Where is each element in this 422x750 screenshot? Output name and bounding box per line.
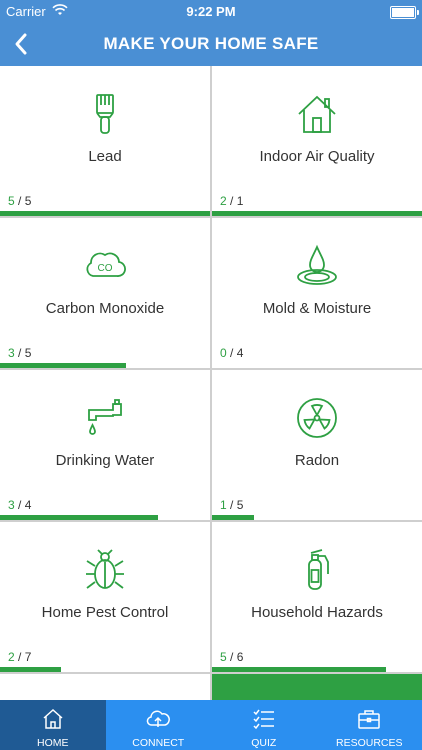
category-tile-household-hazards[interactable]: Household Hazards 5 / 6 <box>212 522 422 672</box>
co-cloud-icon: CO <box>83 244 127 288</box>
house-icon <box>295 92 339 136</box>
progress-bar <box>212 515 422 520</box>
category-label: Drinking Water <box>55 452 155 469</box>
tab-home[interactable]: HOME <box>0 700 106 750</box>
bug-icon <box>83 548 127 592</box>
progress-count: 5 / 6 <box>220 650 244 664</box>
svg-text:CO: CO <box>98 263 113 274</box>
progress-count: 0 / 4 <box>220 346 244 360</box>
category-label: Home Pest Control <box>41 604 169 621</box>
category-tile-partial[interactable] <box>0 674 210 700</box>
tab-quiz[interactable]: QUIZ <box>211 700 317 750</box>
progress-count: 3 / 5 <box>8 346 32 360</box>
category-label: Household Hazards <box>251 604 383 621</box>
progress-bar <box>0 363 210 368</box>
tab-resources[interactable]: RESOURCES <box>317 700 422 750</box>
paintbrush-icon <box>83 92 127 136</box>
category-tile-drinking-water[interactable]: Drinking Water 3 / 4 <box>0 370 210 520</box>
category-tile-radon[interactable]: Radon 1 / 5 <box>212 370 422 520</box>
tab-label: RESOURCES <box>335 737 403 749</box>
progress-count: 5 / 5 <box>8 194 32 208</box>
battery-icon <box>390 6 419 19</box>
clock-time: 9:22 PM <box>186 4 236 19</box>
progress-bar <box>0 515 210 520</box>
cloud-upload-icon <box>147 710 171 727</box>
tab-label: QUIZ <box>251 737 277 749</box>
category-label: Carbon Monoxide <box>45 300 165 317</box>
category-label: Lead <box>88 148 122 165</box>
tab-label: HOME <box>37 737 69 749</box>
tab-bar: HOME CONNECT QUIZ RESOURCES <box>0 700 422 750</box>
progress-count: 1 / 5 <box>220 498 244 512</box>
progress-count: 2 / 1 <box>220 194 244 208</box>
category-tile-carbon-monoxide[interactable]: CO Carbon Monoxide 3 / 5 <box>0 218 210 368</box>
category-label: Indoor Air Quality <box>259 148 375 165</box>
fire-extinguisher-icon <box>295 548 339 592</box>
category-label: Radon <box>294 452 340 469</box>
category-tile-indoor-air-quality[interactable]: Indoor Air Quality 2 / 1 <box>212 66 422 216</box>
category-tile-home-pest-control[interactable]: Home Pest Control 2 / 7 <box>0 522 210 672</box>
progress-bar <box>212 363 422 368</box>
progress-count: 3 / 4 <box>8 498 32 512</box>
category-tile-lead[interactable]: Lead 5 / 5 <box>0 66 210 216</box>
home-icon <box>43 708 63 729</box>
category-tile-mold-moisture[interactable]: Mold & Moisture 0 / 4 <box>212 218 422 368</box>
water-drop-icon <box>295 244 339 288</box>
progress-bar <box>0 211 210 216</box>
nav-bar: MAKE YOUR HOME SAFE <box>0 22 422 66</box>
category-grid: Lead 5 / 5 Indoor Air Quality 2 / 1 CO C… <box>0 66 422 700</box>
progress-bar <box>212 667 422 672</box>
tab-label: CONNECT <box>132 737 185 749</box>
briefcase-icon <box>358 710 380 729</box>
tab-connect[interactable]: CONNECT <box>106 700 212 750</box>
category-label: Mold & Moisture <box>262 300 372 317</box>
radiation-icon <box>295 396 339 440</box>
page-title: MAKE YOUR HOME SAFE <box>103 34 319 53</box>
progress-count: 2 / 7 <box>8 650 32 664</box>
faucet-icon <box>83 396 127 440</box>
progress-bar <box>0 667 210 672</box>
status-bar: Carrier 9:22 PM <box>0 0 422 22</box>
category-tile-partial[interactable] <box>212 674 422 700</box>
checklist-icon <box>253 709 274 730</box>
progress-bar <box>212 211 422 216</box>
